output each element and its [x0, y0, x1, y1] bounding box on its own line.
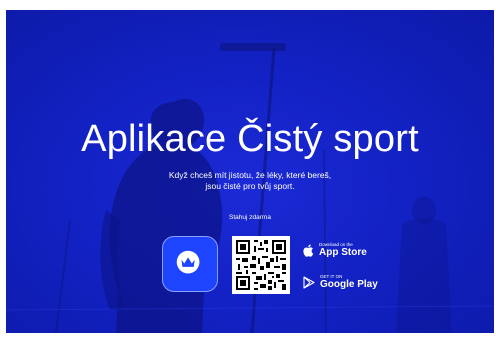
qr-code[interactable]	[232, 236, 290, 294]
app-store-label: App Store	[319, 247, 367, 258]
page-title: Aplikace Čistý sport	[81, 118, 419, 160]
crown-app-icon[interactable]	[162, 236, 218, 292]
subtitle-line: jsou čisté pro tvůj sport.	[205, 181, 295, 191]
crown-icon	[176, 250, 200, 274]
play-icon	[303, 275, 315, 289]
hero-banner: Aplikace Čistý sport Když chceš mít jist…	[6, 10, 494, 333]
subtitle-line: Když chceš mít jistotu, že léky, které b…	[168, 170, 332, 180]
subtitle: Když chceš mít jistotu, že léky, které b…	[6, 170, 494, 192]
app-store-badge[interactable]: Download on the App Store	[303, 242, 367, 258]
hero-section: Aplikace Čistý sport Když chceš mít jist…	[0, 0, 496, 338]
apple-icon	[303, 244, 314, 257]
google-play-badge[interactable]: GET IT ON Google Play	[303, 274, 378, 290]
download-label: Stahuj zdarma	[229, 214, 271, 221]
google-play-label: Google Play	[320, 279, 378, 290]
